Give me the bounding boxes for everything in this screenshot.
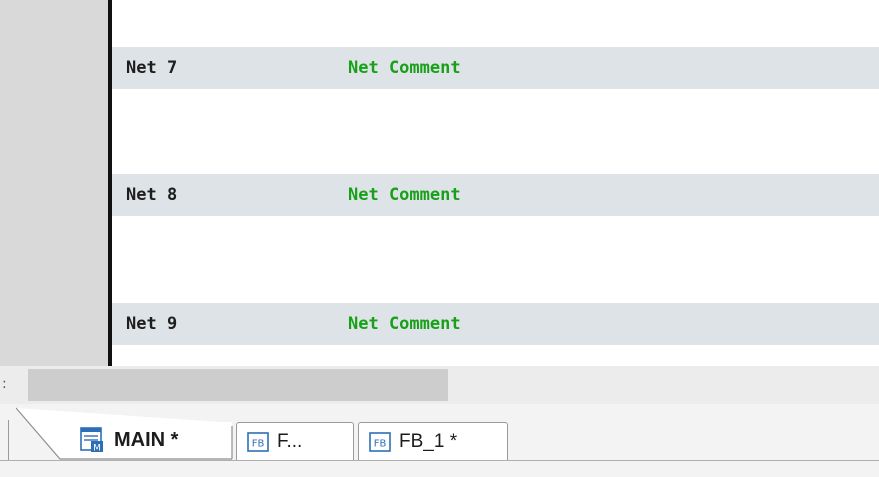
tab-strip-left-edge (8, 420, 9, 460)
network-comment[interactable]: Net Comment (348, 58, 461, 78)
horizontal-scrollbar[interactable]: : (0, 366, 879, 404)
network-label: Net 9 (126, 314, 178, 334)
tab-label: F... (277, 430, 303, 452)
svg-text:FB: FB (252, 438, 265, 449)
network-label: Net 8 (126, 185, 178, 205)
network-comment[interactable]: Net Comment (348, 314, 461, 334)
tab-label: FB_1 * (399, 430, 458, 452)
fb-icon: FB (247, 431, 269, 452)
tab-main[interactable]: M MAIN * (76, 420, 232, 460)
ladder-main-icon: M (80, 427, 103, 454)
network-header-7[interactable]: Net 7 Net Comment (112, 47, 879, 89)
network-header-9[interactable]: Net 9 Net Comment (112, 303, 879, 345)
scrollbar-thumb[interactable] (28, 369, 448, 401)
scroll-marker: : (2, 376, 7, 392)
fb-icon: FB (369, 431, 391, 452)
tab-strip: M MAIN * FB F... FB FB_1 * (0, 404, 879, 477)
svg-text:M: M (93, 444, 101, 454)
network-header-8[interactable]: Net 8 Net Comment (112, 174, 879, 216)
svg-text:FB: FB (374, 438, 387, 449)
tab-fb-1[interactable]: FB FB_1 * (358, 422, 508, 460)
network-comment[interactable]: Net Comment (348, 185, 461, 205)
tab-fb-truncated[interactable]: FB F... (236, 422, 354, 460)
network-label: Net 7 (126, 58, 178, 78)
tab-label: MAIN * (114, 428, 179, 451)
left-gutter (0, 0, 108, 366)
